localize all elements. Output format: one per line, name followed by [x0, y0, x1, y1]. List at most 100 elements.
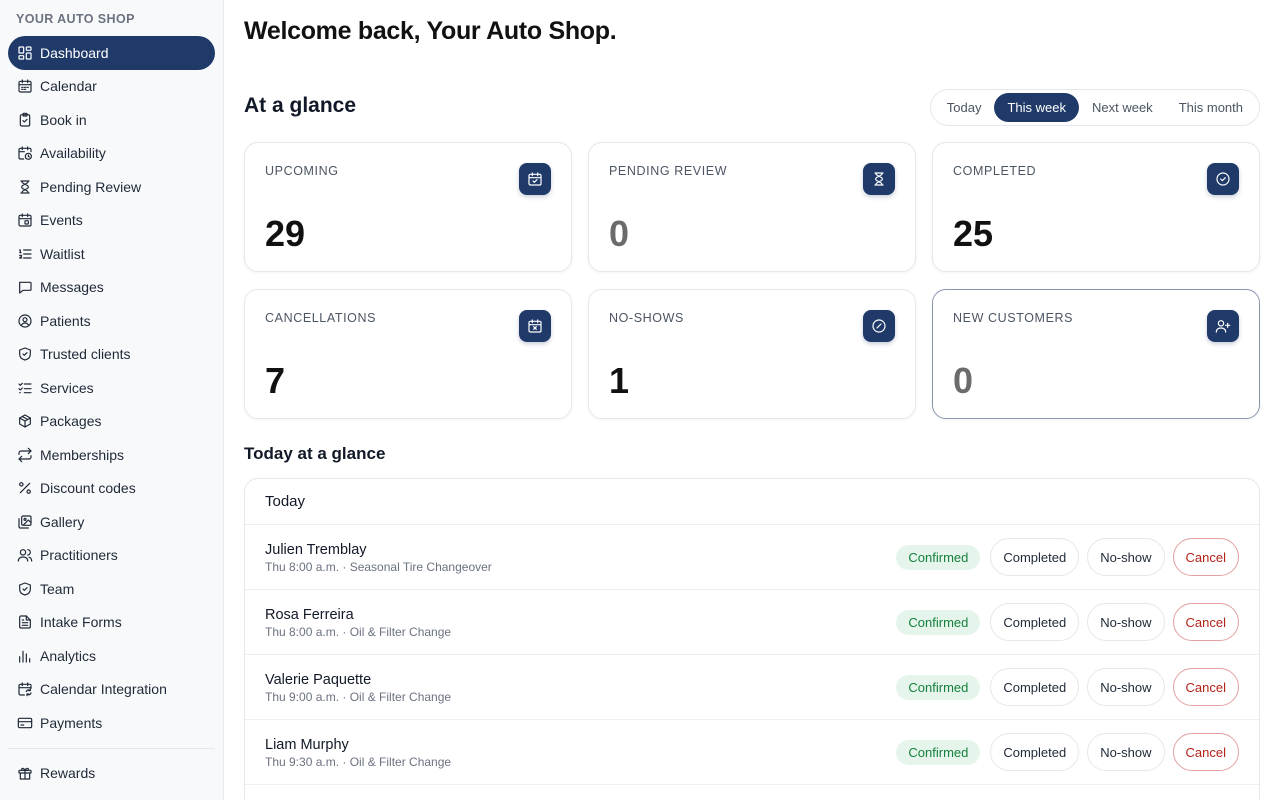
sidebar-nav: Dashboard Calendar Book in Availability Pend… [8, 36, 215, 740]
sidebar-item-packages[interactable]: Packages [8, 405, 215, 439]
clipboard-icon [17, 112, 33, 128]
sidebar-item-label: Gallery [40, 513, 85, 530]
sidebar-item-practitioners[interactable]: Practitioners [8, 539, 215, 573]
sidebar-item-gallery[interactable]: Gallery [8, 505, 215, 539]
today-panel: Today Julien Tremblay Thu 8:00 a.m. · Sea… [244, 478, 1260, 800]
sidebar-item-label: Calendar [40, 78, 97, 95]
no-show-button[interactable]: No-show [1087, 733, 1165, 771]
date-range-toggle: Today This week Next week This month [929, 89, 1260, 126]
sidebar-item-label: Availability [40, 145, 106, 162]
at-a-glance-title: At a glance [244, 94, 357, 117]
sidebar-item-rewards[interactable]: Rewards [8, 756, 215, 790]
stat-card-completed[interactable]: COMPLETED 25 [932, 142, 1260, 272]
sidebar-item-discount-codes[interactable]: Discount codes [8, 472, 215, 506]
cancel-button[interactable]: Cancel [1172, 603, 1239, 641]
sidebar-divider [8, 748, 215, 749]
no-show-button[interactable]: No-show [1087, 603, 1165, 641]
sidebar-item-team[interactable]: Team [8, 572, 215, 606]
sidebar-item-label: Dashboard [40, 44, 109, 61]
sidebar-item-payments[interactable]: Payments [8, 706, 215, 740]
list-ordered-icon [17, 246, 33, 262]
sidebar-item-calendar[interactable]: Calendar [8, 70, 215, 104]
range-this-month[interactable]: This month [1166, 93, 1256, 122]
package-icon [17, 413, 33, 429]
cancel-button[interactable]: Cancel [1172, 538, 1239, 576]
status-badge: Confirmed [896, 674, 981, 700]
sidebar-item-messages[interactable]: Messages [8, 271, 215, 305]
sidebar-item-label: Patients [40, 312, 91, 329]
range-next-week[interactable]: Next week [1079, 93, 1166, 122]
user-plus-icon [1207, 310, 1239, 342]
range-this-week[interactable]: This week [994, 93, 1079, 122]
sidebar-item-events[interactable]: Events [8, 204, 215, 238]
stat-card-label: CANCELLATIONS [265, 311, 377, 325]
status-badge: Confirmed [896, 609, 981, 635]
appointment-details: Thu 9:30 a.m. · Oil & Filter Change [265, 755, 452, 769]
sidebar-item-label: Events [40, 212, 83, 229]
shield-icon [17, 581, 33, 597]
completed-button[interactable]: Completed [990, 538, 1080, 576]
hourglass-icon [863, 163, 895, 195]
range-today[interactable]: Today [934, 93, 995, 122]
stat-card-value: 1 [609, 360, 630, 401]
appointment-actions: Confirmed Completed No-show Cancel [896, 733, 1239, 771]
calendar-sync-icon [17, 681, 33, 697]
appointment-details: Thu 8:00 a.m. · Oil & Filter Change [265, 625, 452, 639]
sidebar-item-waitlist[interactable]: Waitlist [8, 237, 215, 271]
completed-button[interactable]: Completed [990, 603, 1080, 641]
completed-button[interactable]: Completed [990, 733, 1080, 771]
cancel-button[interactable]: Cancel [1172, 733, 1239, 771]
sidebar-item-trusted-clients[interactable]: Trusted clients [8, 338, 215, 372]
sidebar-item-label: Pending Review [40, 178, 142, 195]
sidebar-item-analytics[interactable]: Analytics [8, 639, 215, 673]
appointment-row: Julien Tremblay Thu 8:00 a.m. · Seasonal … [245, 525, 1259, 590]
calendar-clock-icon [17, 145, 33, 161]
calendar-icon [17, 78, 33, 94]
stat-card-label: COMPLETED [953, 164, 1037, 178]
today-at-a-glance-title: Today at a glance [244, 444, 386, 463]
appointment-row: Liam Murphy Thu 9:30 a.m. · Oil & Filter … [245, 720, 1259, 785]
appointment-list: Julien Tremblay Thu 8:00 a.m. · Seasonal … [245, 525, 1259, 785]
stat-card-value: 0 [609, 213, 630, 254]
status-badge: Confirmed [896, 544, 981, 570]
stat-card-value: 7 [265, 360, 286, 401]
sidebar-item-label: Payments [40, 714, 103, 731]
sidebar-item-book-in[interactable]: Book in [8, 103, 215, 137]
sidebar-item-label: Waitlist [40, 245, 85, 262]
appointment-client-name: Rosa Ferreira [265, 607, 354, 623]
sidebar-item-label: Discount codes [40, 480, 136, 497]
no-show-button[interactable]: No-show [1087, 668, 1165, 706]
sidebar-item-memberships[interactable]: Memberships [8, 438, 215, 472]
sidebar-item-services[interactable]: Services [8, 371, 215, 405]
stat-card-pending-review[interactable]: PENDING REVIEW 0 [588, 142, 916, 272]
completed-button[interactable]: Completed [990, 668, 1080, 706]
stat-card-no-shows[interactable]: NO-SHOWS 1 [588, 289, 916, 419]
stat-card-value: 25 [953, 213, 994, 254]
sidebar-item-dashboard[interactable]: Dashboard [8, 36, 215, 70]
stat-card-upcoming[interactable]: UPCOMING 29 [244, 142, 572, 272]
dashboard-icon [17, 45, 33, 61]
sidebar-item-label: Services [40, 379, 94, 396]
sidebar-item-patients[interactable]: Patients [8, 304, 215, 338]
sidebar-item-label: Rewards [40, 764, 96, 781]
appointment-actions: Confirmed Completed No-show Cancel [896, 538, 1239, 576]
sidebar-item-pending-review[interactable]: Pending Review [8, 170, 215, 204]
cancel-button[interactable]: Cancel [1172, 668, 1239, 706]
stat-card-cancellations[interactable]: CANCELLATIONS 7 [244, 289, 572, 419]
sidebar-item-intake-forms[interactable]: Intake Forms [8, 606, 215, 640]
brand-name: YOUR AUTO SHOP [16, 12, 135, 26]
stat-card-new-customers[interactable]: NEW CUSTOMERS 0 [932, 289, 1260, 419]
appointment-client-name: Valerie Paquette [265, 672, 372, 688]
sidebar-item-availability[interactable]: Availability [8, 137, 215, 171]
no-show-button[interactable]: No-show [1087, 538, 1165, 576]
stat-card-label: PENDING REVIEW [609, 164, 728, 178]
calendar-check-icon [519, 163, 551, 195]
sidebar-item-label: Packages [40, 413, 102, 430]
sidebar-item-label: Book in [40, 111, 87, 128]
user-circle-icon [17, 313, 33, 329]
stat-card-value: 29 [265, 213, 306, 254]
sidebar-item-label: Intake Forms [40, 614, 122, 631]
status-badge: Confirmed [896, 739, 981, 765]
sidebar-item-calendar-integration[interactable]: Calendar Integration [8, 673, 215, 707]
calendar-x-icon [519, 310, 551, 342]
